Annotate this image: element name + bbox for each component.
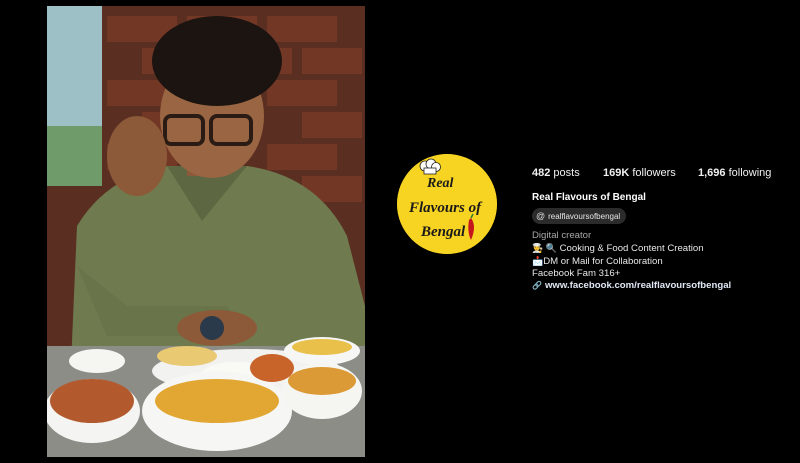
threads-handle: realflavoursofbengal [548,211,621,221]
bio-emoji-2: 📩 [532,256,544,266]
followers-label: followers [632,167,676,179]
profile-avatar[interactable]: Real Flavours of Bengal [397,154,497,254]
threads-icon: @ [536,211,546,221]
posts-label: posts [553,167,580,179]
link-icon: 🔗 [532,281,542,290]
profile-bio: Digital creator 👨‍🍳 🔍 Cooking & Food Con… [532,230,731,292]
followers-count: 169K [603,167,630,179]
website-link[interactable]: 🔗 www.facebook.com/realflavoursofbengal [532,280,731,292]
brand-logo: Real Flavours of Bengal [397,154,497,254]
profile-category: Digital creator [532,230,592,241]
posts-count: 482 [532,167,551,179]
post-photo[interactable] [47,6,365,457]
logo-line-2: Flavours of [408,200,483,216]
bio-emoji-1: 👨‍🍳 🔍 [532,243,557,253]
bio-line-1: 👨‍🍳 🔍 Cooking & Food Content Creation [532,243,704,254]
threads-badge[interactable]: @ realflavoursofbengal [532,208,627,224]
following-label: following [728,167,772,179]
profile-display-name: Real Flavours of Bengal [532,192,646,203]
posts-stat[interactable]: 482 posts [532,167,580,179]
website-url: www.facebook.com/realflavoursofbengal [544,280,732,291]
followers-stat[interactable]: 169K followers [603,167,676,179]
food-photo-illustration [47,6,365,457]
bio-line-2: 📩DM or Mail for Collaboration [532,256,663,267]
logo-line-1: Real [426,176,454,191]
following-stat[interactable]: 1,696 following [698,167,771,179]
logo-line-3: Bengal [420,224,466,240]
following-count: 1,696 [698,167,726,179]
bio-line-3: Facebook Fam 316+ [532,268,621,279]
